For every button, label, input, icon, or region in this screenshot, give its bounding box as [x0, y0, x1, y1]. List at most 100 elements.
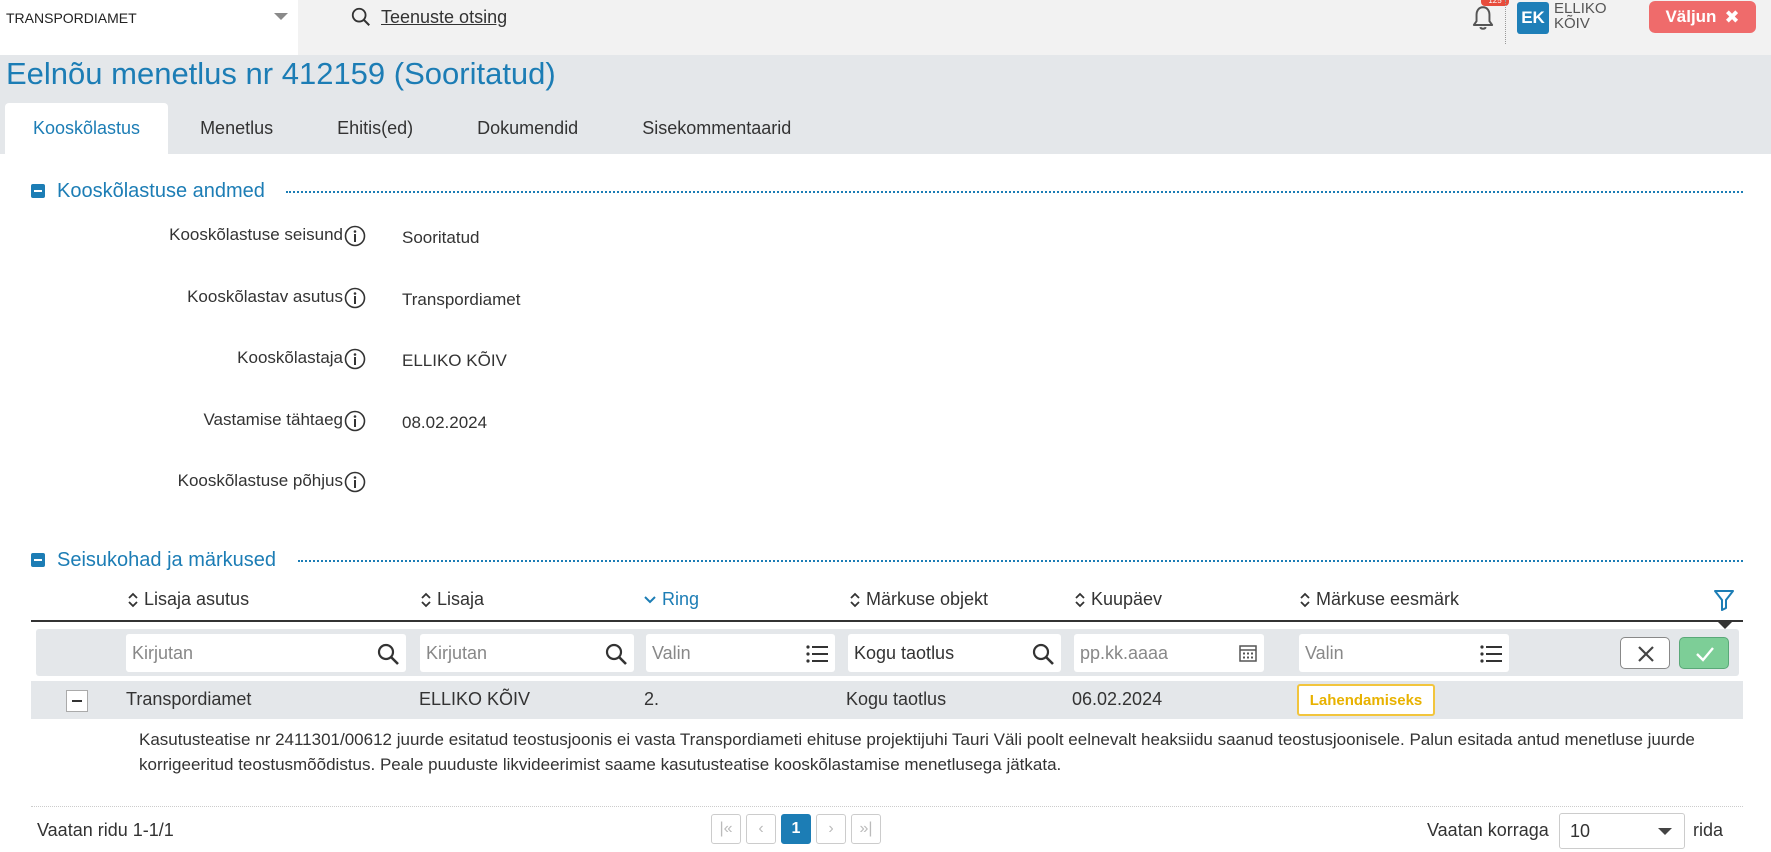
list-icon: [806, 645, 828, 663]
sort-icon: [421, 592, 431, 607]
sort-desc-icon: [644, 595, 656, 603]
field-value: ELLIKO KÕIV: [402, 351, 507, 370]
remark-comment: Kasutusteatise nr 2411301/00612 juurde e…: [139, 730, 1695, 774]
filter-placeholder: Kirjutan: [132, 642, 194, 663]
bell-icon[interactable]: [1470, 4, 1496, 32]
column-header-label: Märkuse eesmärk: [1316, 589, 1460, 609]
service-search-label: Teenuste otsing: [381, 6, 508, 27]
clear-filters-button[interactable]: [1620, 637, 1670, 669]
cell-ring: 2.: [644, 689, 660, 709]
organization-select-value: TRANSPORDIAMET: [6, 10, 137, 26]
divider: [1505, 0, 1506, 44]
prev-page-button[interactable]: ‹: [746, 814, 776, 844]
first-page-button[interactable]: |«: [711, 814, 741, 844]
search-icon: [1032, 643, 1054, 665]
cell-markuse-objekt: Kogu taotlus: [846, 689, 947, 709]
page-button-current[interactable]: 1: [781, 814, 811, 844]
tab-dokumendid[interactable]: Dokumendid: [445, 103, 610, 154]
section-title: Kooskõlastuse andmed: [57, 179, 265, 202]
sort-icon: [128, 592, 138, 607]
user-first-name: ELLIKO: [1554, 0, 1607, 17]
table-header-line: [31, 620, 1743, 622]
organization-select[interactable]: TRANSPORDIAMET: [0, 0, 298, 55]
user-name[interactable]: ELLIKO KÕIV: [1554, 1, 1624, 31]
markuse-eesmark-filter-select[interactable]: Valin: [1299, 634, 1509, 672]
next-page-button[interactable]: ›: [816, 814, 846, 844]
filter-icon[interactable]: [1713, 588, 1735, 612]
search-icon: [351, 7, 370, 26]
tab-sisekommentaarid[interactable]: Sisekommentaarid: [610, 103, 823, 154]
section-header-remarks: Seisukohad ja märkused: [31, 546, 276, 574]
collapse-button[interactable]: [31, 184, 45, 198]
column-header-kuupaev[interactable]: Kuupäev: [1074, 589, 1162, 610]
info-icon[interactable]: [344, 471, 366, 493]
chevron-down-icon: [1658, 828, 1672, 835]
markuse-objekt-filter-input[interactable]: Kogu taotlus: [848, 634, 1061, 672]
user-last-name: KÕIV: [1554, 15, 1590, 32]
search-icon: [605, 643, 627, 665]
lisaja-asutus-filter-input[interactable]: Kirjutan: [126, 634, 406, 672]
filter-value: Kogu taotlus: [854, 642, 955, 663]
calendar-icon: [1239, 645, 1257, 662]
tab-menetlus[interactable]: Menetlus: [168, 103, 305, 154]
field-label: Kooskõlastuse seisund: [169, 225, 343, 244]
kuupaev-filter-input[interactable]: pp.kk.aaaa: [1074, 634, 1264, 672]
field-label: Kooskõlastaja: [237, 348, 343, 367]
cell-lisaja: ELLIKO KÕIV: [419, 689, 531, 709]
column-header-lisaja[interactable]: Lisaja: [420, 589, 484, 610]
list-icon: [1480, 645, 1502, 663]
section-divider: [286, 191, 1743, 193]
logout-label: Väljun: [1665, 7, 1717, 26]
filter-placeholder: Kirjutan: [426, 642, 488, 663]
filter-placeholder: pp.kk.aaaa: [1080, 642, 1169, 663]
per-page-select[interactable]: 10: [1559, 813, 1685, 849]
logout-button[interactable]: Väljun ✖: [1649, 1, 1756, 33]
column-header-label: Märkuse objekt: [866, 589, 989, 609]
field-value: Sooritatud: [402, 228, 480, 247]
status-badge: Lahendamiseks: [1297, 684, 1435, 716]
pagination: |« ‹ 1 › »|: [711, 814, 886, 844]
avatar[interactable]: EK: [1517, 2, 1549, 34]
check-icon: [1696, 647, 1714, 662]
lisaja-filter-input[interactable]: Kirjutan: [420, 634, 634, 672]
service-search-link[interactable]: Teenuste otsing: [350, 4, 507, 30]
info-icon[interactable]: [344, 225, 366, 247]
info-icon[interactable]: [344, 287, 366, 309]
column-header-lisaja-asutus[interactable]: Lisaja asutus: [127, 589, 249, 610]
per-page-label: Vaatan korraga: [1427, 820, 1549, 840]
column-header-markuse-objekt[interactable]: Märkuse objekt: [849, 589, 988, 610]
per-page-value: 10: [1570, 821, 1591, 841]
apply-filters-button[interactable]: [1679, 637, 1729, 669]
field-value: Transpordiamet: [402, 290, 521, 309]
filter-placeholder: Valin: [1305, 642, 1344, 663]
tab-kooskolastus[interactable]: Kooskõlastus: [5, 103, 169, 154]
cell-kuupaev: 06.02.2024: [1072, 689, 1163, 709]
collapse-row-button[interactable]: [66, 690, 88, 712]
ring-filter-select[interactable]: Valin: [646, 634, 835, 672]
section-header-coordination: Kooskõlastuse andmed: [31, 177, 265, 205]
tab-ehitised[interactable]: Ehitis(ed): [305, 103, 445, 154]
rows-suffix: rida: [1693, 820, 1724, 840]
last-page-button[interactable]: »|: [851, 814, 881, 844]
field-value: 08.02.2024: [402, 413, 488, 432]
collapse-button[interactable]: [31, 553, 45, 567]
info-icon[interactable]: [344, 410, 366, 432]
table-header-notch: [1718, 622, 1732, 629]
page-title: Eelnõu menetlus nr 412159 (Sooritatud): [6, 56, 556, 91]
field-label: Kooskõlastuse põhjus: [177, 471, 343, 490]
column-header-label: Kuupäev: [1091, 589, 1163, 609]
column-header-label: Lisaja asutus: [144, 589, 250, 609]
column-header-ring[interactable]: Ring: [643, 589, 699, 610]
sort-icon: [1075, 592, 1085, 607]
filter-placeholder: Valin: [652, 642, 691, 663]
field-label: Vastamise tähtaeg: [203, 410, 343, 429]
chevron-down-icon: [274, 13, 288, 20]
section-title: Seisukohad ja märkused: [57, 548, 277, 571]
rows-info: Vaatan ridu 1-1/1: [37, 820, 174, 840]
info-icon[interactable]: [344, 348, 366, 370]
row-divider: [31, 806, 1743, 807]
column-header-markuse-eesmark[interactable]: Märkuse eesmärk: [1299, 589, 1459, 610]
column-header-label: Lisaja: [437, 589, 485, 609]
column-header-label: Ring: [662, 589, 700, 609]
tab-bar: Kooskõlastus Menetlus Ehitis(ed) Dokumen…: [5, 103, 823, 154]
